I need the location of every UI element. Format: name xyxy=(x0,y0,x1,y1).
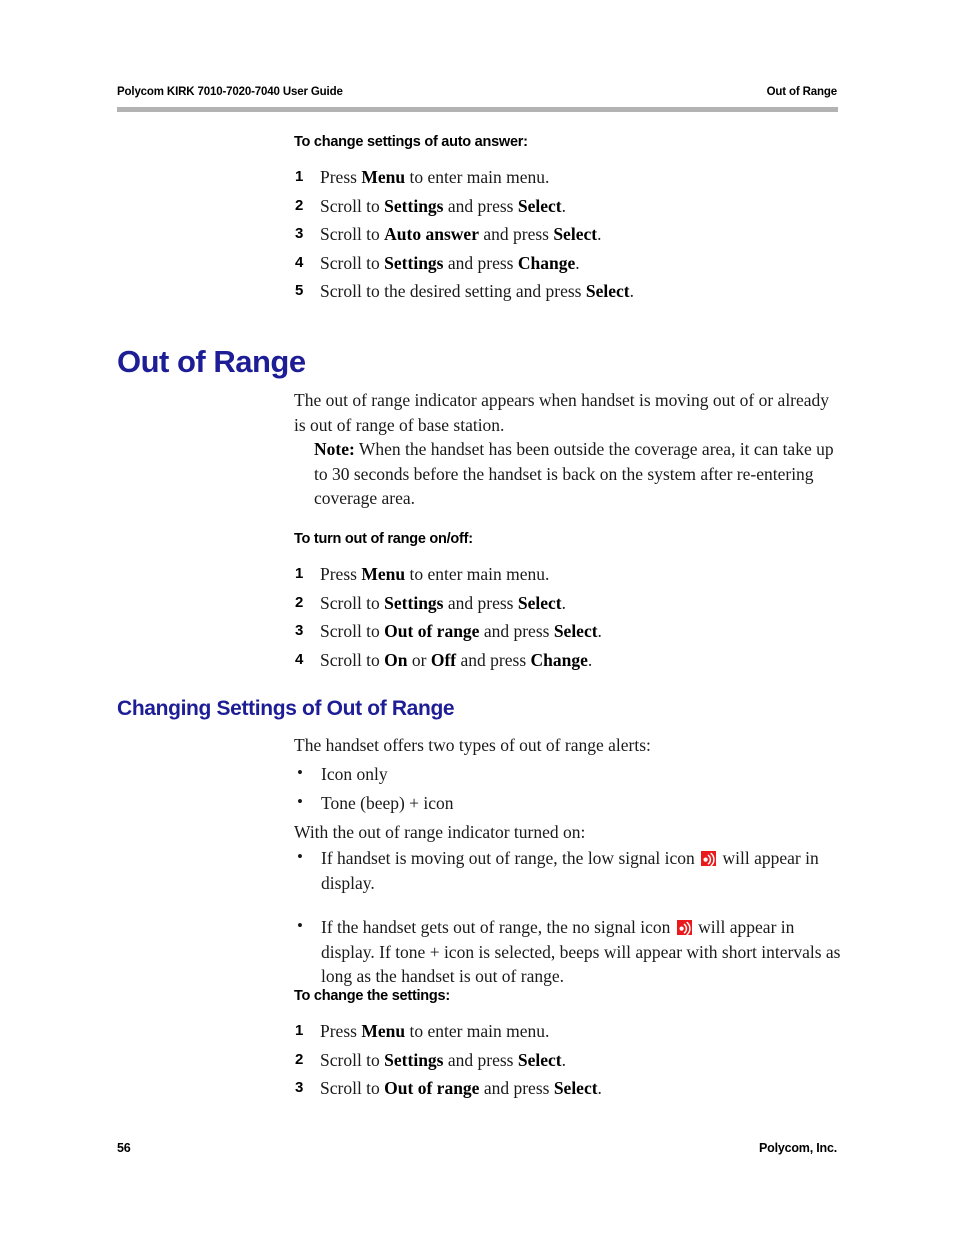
footer-company: Polycom, Inc. xyxy=(759,1141,837,1155)
steps-change-settings: 1 Press Menu to enter main menu. 2 Scrol… xyxy=(294,1017,854,1103)
step-number: 1 xyxy=(295,1022,304,1039)
bullet-dot-icon: • xyxy=(297,763,303,782)
note-text: When the handset has been outside the co… xyxy=(314,439,834,508)
out-of-range-note: Note: When the handset has been outside … xyxy=(314,437,844,511)
step-text: Scroll to Settings and press Select. xyxy=(320,1049,566,1070)
running-header: Polycom KIRK 7010-7020-7040 User Guide O… xyxy=(117,86,837,98)
step-item: 3 Scroll to Auto answer and press Select… xyxy=(294,220,854,249)
alert-types-list: • Icon only • Tone (beep) + icon xyxy=(294,762,844,815)
step-number: 2 xyxy=(295,593,304,611)
step-text: Press Menu to enter main menu. xyxy=(320,564,550,584)
step-number: 4 xyxy=(295,253,304,271)
step-number: 2 xyxy=(295,196,304,214)
bullet-dot-icon: • xyxy=(297,791,303,811)
indicator-bullets-list: • If handset is moving out of range, the… xyxy=(294,846,846,989)
procedure-change-the-settings: To change the settings: 1 Press Menu to … xyxy=(294,988,854,1103)
step-item: 2 Scroll to Settings and press Select. xyxy=(294,1046,854,1075)
indicator-lead: With the out of range indicator turned o… xyxy=(294,822,586,842)
section-heading-changing-settings-wrap: Changing Settings of Out of Range xyxy=(117,697,455,721)
procedure-turn-out-of-range-on-off: To turn out of range on/off: 1 Press Men… xyxy=(294,531,854,674)
out-of-range-intro: The out of range indicator appears when … xyxy=(294,390,830,435)
step-number: 1 xyxy=(295,565,304,582)
step-item: 1 Press Menu to enter main menu. xyxy=(294,163,854,192)
header-divider-rule xyxy=(117,107,838,112)
footer-page-number: 56 xyxy=(117,1141,131,1155)
step-item: 4 Scroll to Settings and press Change. xyxy=(294,249,854,278)
step-item: 1 Press Menu to enter main menu. xyxy=(294,560,854,589)
step-text: Scroll to the desired setting and press … xyxy=(320,281,634,301)
step-item: 3 Scroll to Out of range and press Selec… xyxy=(294,1074,854,1103)
note-label: Note: xyxy=(314,439,355,459)
bullet-dot-icon: • xyxy=(297,916,303,935)
steps-auto-answer: 1 Press Menu to enter main menu. 2 Scrol… xyxy=(294,163,854,306)
out-of-range-note-wrap: Note: When the handset has been outside … xyxy=(314,437,844,511)
header-section-title: Out of Range xyxy=(766,86,838,98)
list-item-label: Icon only xyxy=(321,764,388,784)
indicator-bullets-wrap: • If handset is moving out of range, the… xyxy=(294,846,846,989)
step-item: 2 Scroll to Settings and press Select. xyxy=(294,192,854,221)
step-item: 3 Scroll to Out of range and press Selec… xyxy=(294,617,854,646)
steps-turn-on-off: 1 Press Menu to enter main menu. 2 Scrol… xyxy=(294,560,854,674)
step-number: 3 xyxy=(295,1079,304,1096)
bullet-dot-icon: • xyxy=(297,847,303,866)
procedure-title-auto-answer: To change settings of auto answer: xyxy=(294,134,528,150)
changing-settings-intro-wrap: The handset offers two types of out of r… xyxy=(294,733,844,758)
no-signal-icon xyxy=(676,920,692,935)
step-text: Scroll to Settings and press Change. xyxy=(320,252,580,273)
section-heading-changing-settings: Changing Settings of Out of Range xyxy=(117,697,455,720)
step-text: Press Menu to enter main menu. xyxy=(320,167,550,187)
step-number: 4 xyxy=(295,650,304,668)
indicator-lead-wrap: With the out of range indicator turned o… xyxy=(294,820,844,845)
step-item: 4 Scroll to On or Off and press Change. xyxy=(294,646,854,675)
list-item-text: If the handset gets out of range, the no… xyxy=(321,917,841,986)
step-text: Scroll to On or Off and press Change. xyxy=(320,649,593,670)
step-number: 2 xyxy=(295,1050,304,1068)
low-signal-icon xyxy=(701,851,717,866)
page-footer: 56 Polycom, Inc. xyxy=(117,1141,837,1155)
list-item-label: Tone (beep) + icon xyxy=(321,792,454,813)
step-number: 3 xyxy=(295,622,304,639)
step-text: Scroll to Out of range and press Select. xyxy=(320,621,602,641)
step-number: 1 xyxy=(295,168,304,185)
step-text: Scroll to Settings and press Select. xyxy=(320,195,566,216)
section-heading-out-of-range-wrap: Out of Range xyxy=(117,344,306,380)
step-text: Scroll to Out of range and press Select. xyxy=(320,1078,602,1098)
procedure-title-change-settings: To change the settings: xyxy=(294,988,450,1004)
header-document-title: Polycom KIRK 7010-7020-7040 User Guide xyxy=(117,86,343,98)
step-text: Press Menu to enter main menu. xyxy=(320,1021,550,1041)
out-of-range-intro-wrap: The out of range indicator appears when … xyxy=(294,388,844,437)
list-item: • Icon only xyxy=(294,762,844,787)
step-item: 5 Scroll to the desired setting and pres… xyxy=(294,277,854,306)
step-number: 3 xyxy=(295,225,304,242)
section-heading-out-of-range: Out of Range xyxy=(117,344,306,379)
step-item: 2 Scroll to Settings and press Select. xyxy=(294,589,854,618)
step-text: Scroll to Auto answer and press Select. xyxy=(320,224,602,244)
procedure-title-turn-on-off: To turn out of range on/off: xyxy=(294,531,473,547)
changing-settings-intro: The handset offers two types of out of r… xyxy=(294,735,651,755)
procedure-auto-answer: To change settings of auto answer: 1 Pre… xyxy=(294,134,854,306)
document-page: Polycom KIRK 7010-7020-7040 User Guide O… xyxy=(0,0,954,1235)
step-text: Scroll to Settings and press Select. xyxy=(320,592,566,613)
step-item: 1 Press Menu to enter main menu. xyxy=(294,1017,854,1046)
list-item-text: If handset is moving out of range, the l… xyxy=(321,848,819,893)
alert-types-list-wrap: • Icon only • Tone (beep) + icon xyxy=(294,762,844,815)
list-item: • If handset is moving out of range, the… xyxy=(294,846,846,895)
step-number: 5 xyxy=(295,282,304,299)
list-item: • Tone (beep) + icon xyxy=(294,791,844,816)
list-item: • If the handset gets out of range, the … xyxy=(294,915,846,989)
